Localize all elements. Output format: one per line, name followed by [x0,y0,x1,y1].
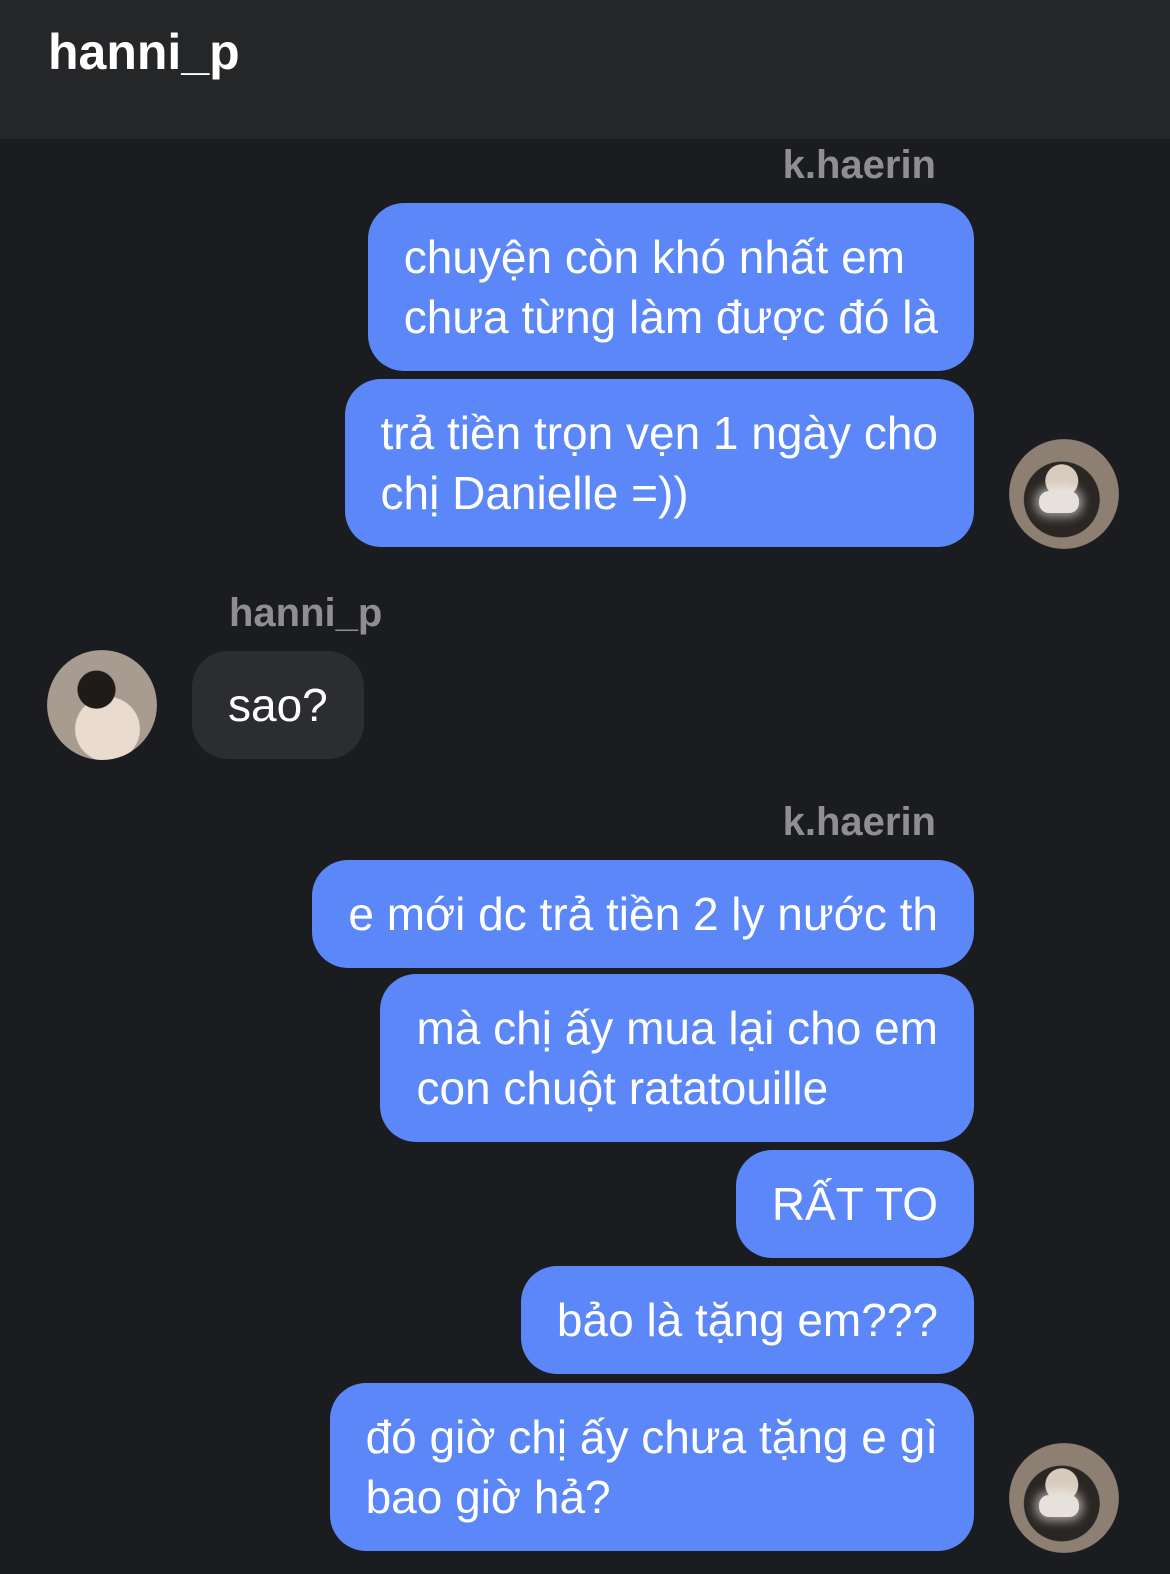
message-text: e mới dc trả tiền 2 ly nước th [348,888,938,940]
message-text-line: chị Danielle =)) [381,463,938,523]
message-bubble[interactable]: RẤT TO [735,1150,974,1258]
avatar-k-haerin[interactable] [1009,439,1119,549]
phone-glint [1039,1495,1079,1517]
message-text: chị Danielle =)) [380,467,689,519]
message-bubble[interactable]: chuyện còn khó nhất em chưa từng làm đượ… [367,203,974,371]
message-bubble[interactable]: sao? [192,651,364,759]
message-text-line: chưa từng làm được đó là [404,287,938,347]
message-text-line: chuyện còn khó nhất em [404,227,938,287]
chat-header: hanni_p [0,0,1170,139]
sender-name: k.haerin [782,800,936,844]
message-text: RẤT TO [771,1178,938,1230]
message-bubble[interactable]: bảo là tặng em??? [520,1266,974,1374]
avatar-k-haerin[interactable] [1009,1443,1119,1553]
sender-name: hanni_p [229,591,383,635]
message-bubble[interactable]: trả tiền trọn vẹn 1 ngày cho chị Daniell… [344,379,974,547]
message-text: đó giờ chị ấy chưa tặng e gì [365,1411,938,1463]
message-text: trả tiền trọn vẹn 1 ngày cho [380,407,938,459]
message-text: bảo là tặng em??? [556,1294,938,1346]
message-text-line: mà chị ấy mua lại cho em [416,998,938,1058]
message-text-line: bao giờ hả? [366,1467,938,1527]
avatar-hanni-p[interactable] [47,650,157,760]
sender-name: k.haerin [782,143,936,187]
message-text: con chuột ratatouille [416,1062,829,1114]
chat-title[interactable]: hanni_p [48,22,240,82]
message-text-line: đó giờ chị ấy chưa tặng e gì [366,1407,938,1467]
message-text: chuyện còn khó nhất em [403,231,905,283]
message-text: sao? [228,679,328,731]
message-bubble[interactable]: mà chị ấy mua lại cho em con chuột ratat… [380,974,974,1142]
message-text-line: con chuột ratatouille [416,1058,938,1118]
message-text: mà chị ấy mua lại cho em [416,1002,938,1054]
message-text: chưa từng làm được đó là [403,291,938,343]
message-bubble[interactable]: đó giờ chị ấy chưa tặng e gì bao giờ hả? [329,1383,974,1551]
phone-glint [1039,491,1079,513]
message-text: bao giờ hả? [365,1471,611,1523]
message-bubble[interactable]: e mới dc trả tiền 2 ly nước th [312,860,974,968]
message-text-line: trả tiền trọn vẹn 1 ngày cho [381,403,938,463]
